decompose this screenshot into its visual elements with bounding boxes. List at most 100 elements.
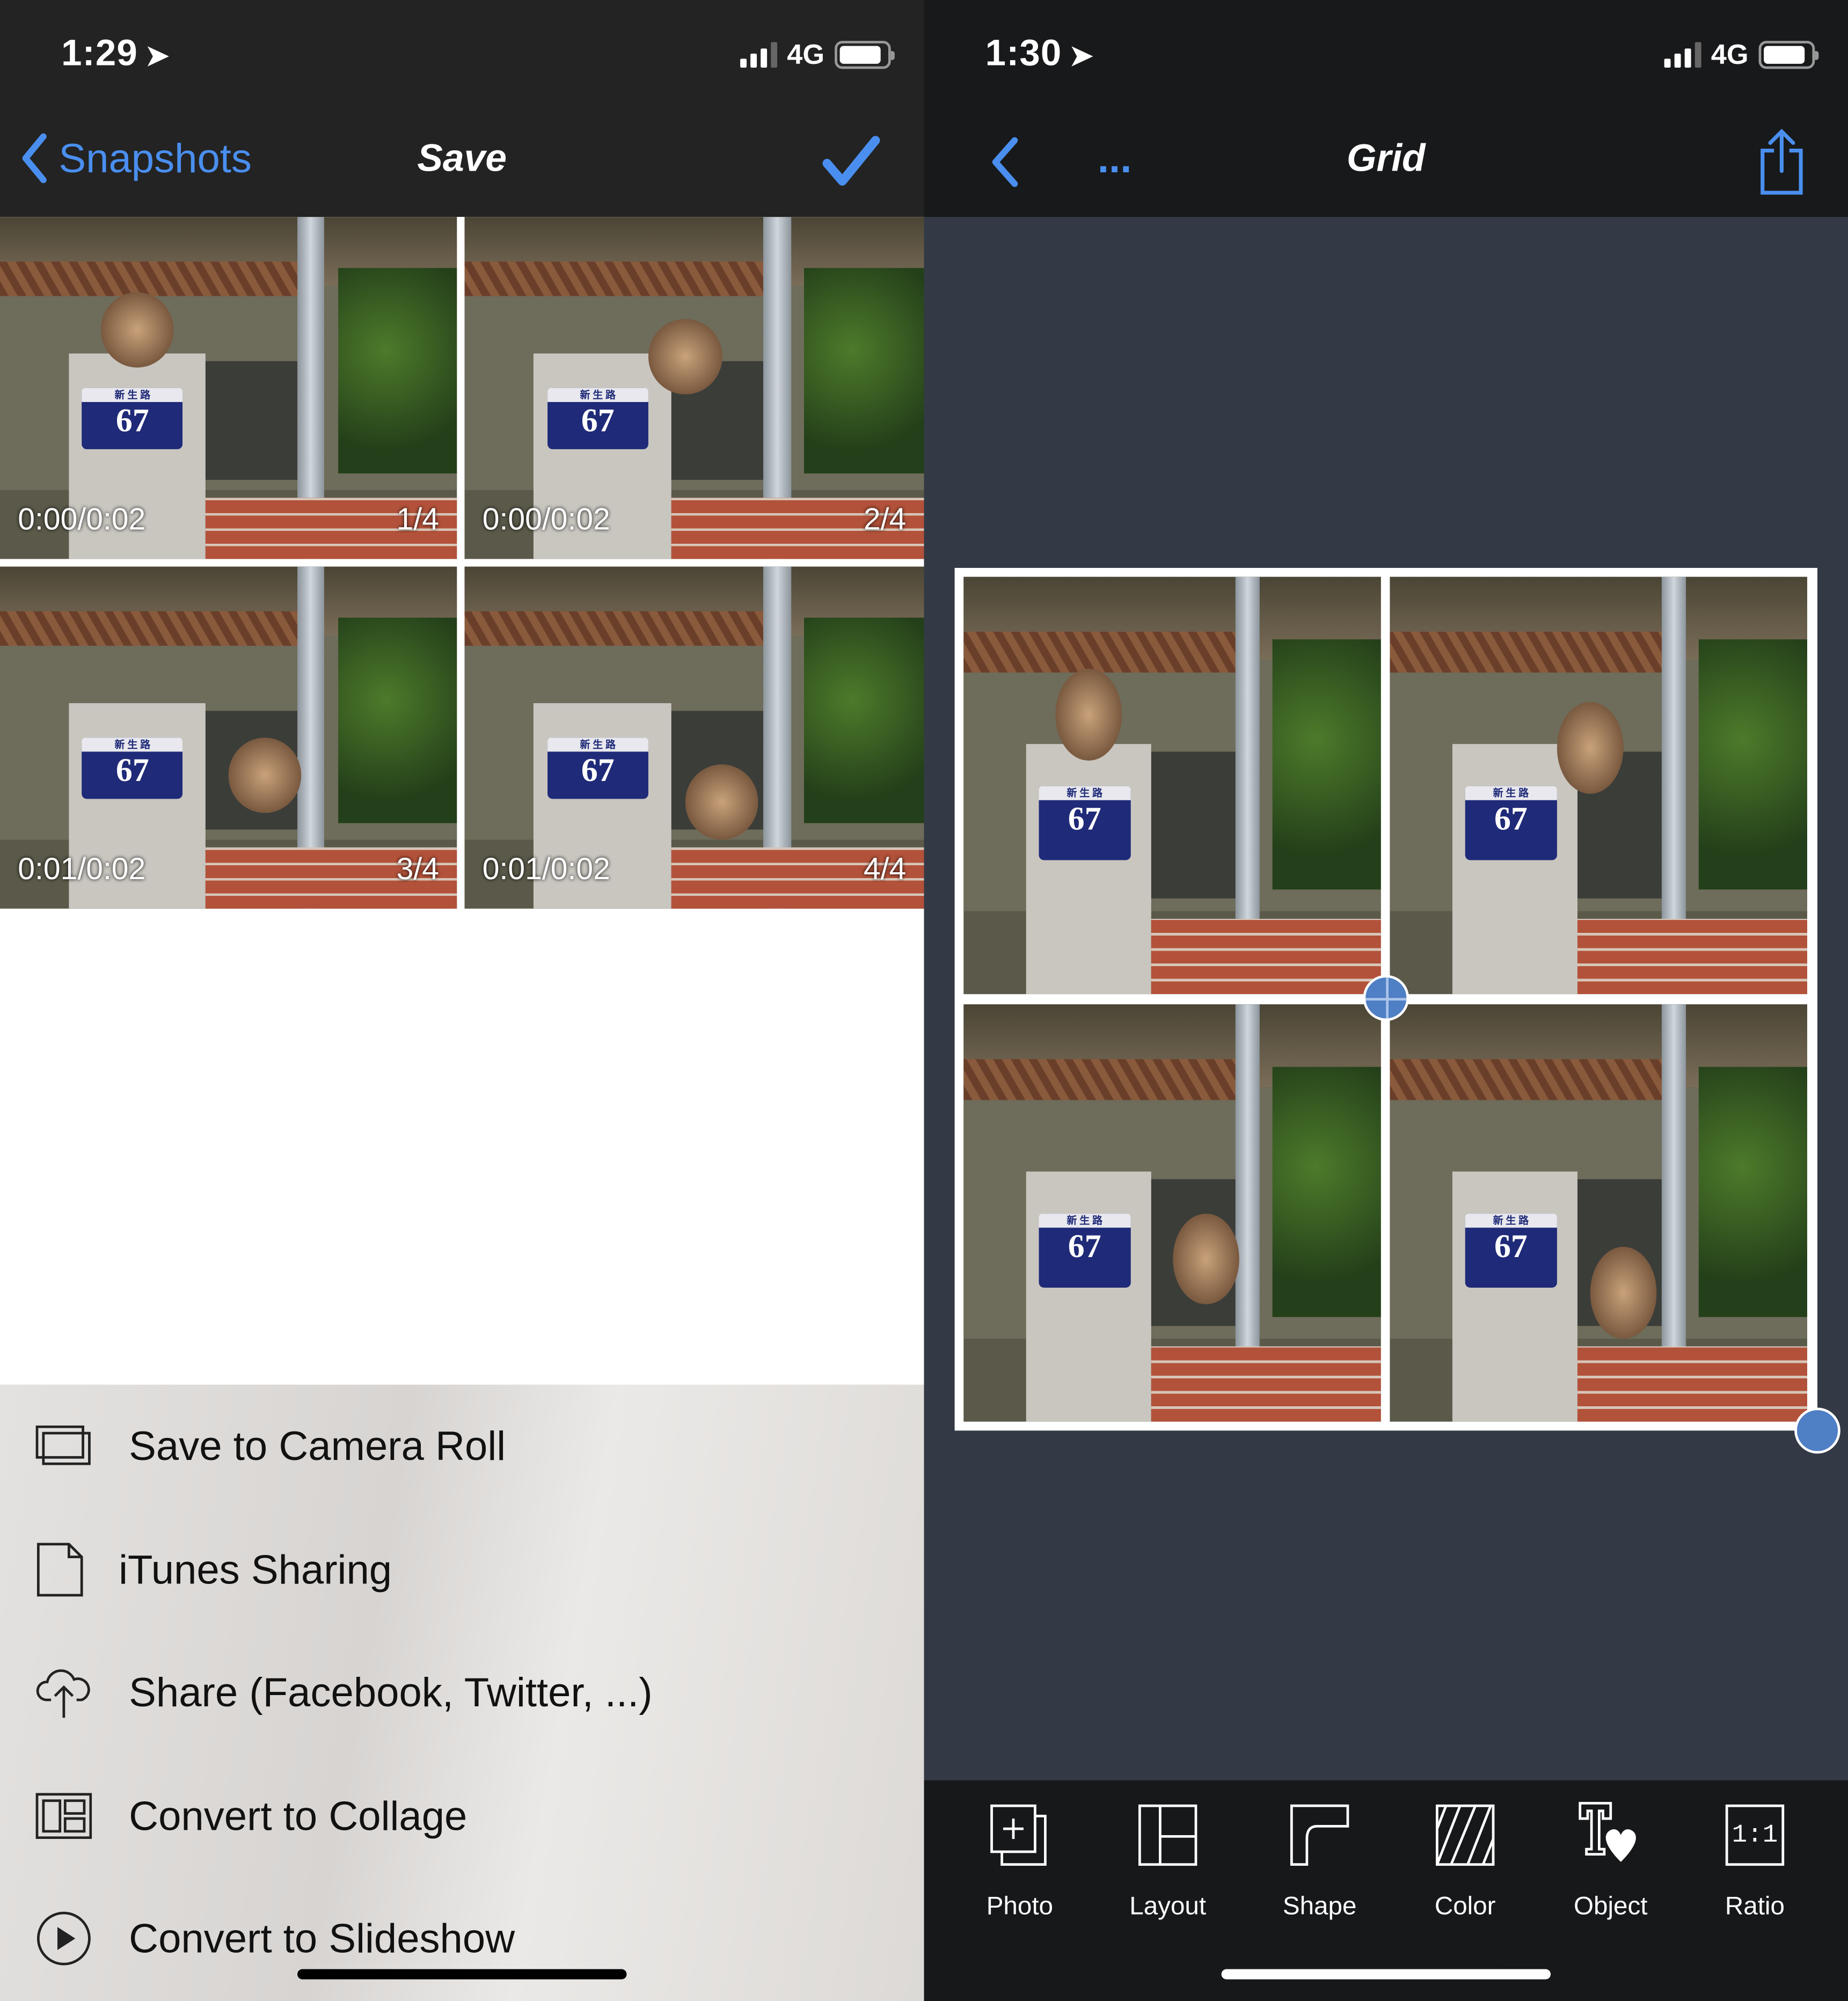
photo-leaves: [804, 268, 924, 474]
photo-leaves: [804, 618, 924, 823]
home-indicator[interactable]: [297, 1969, 627, 1980]
sign-street-name: 新 生 路: [547, 737, 648, 752]
toolbar-object-button[interactable]: Object: [1547, 1798, 1675, 1922]
collage-cell[interactable]: 新 生 路 67: [963, 1004, 1381, 1422]
sign-number: 67: [581, 401, 615, 439]
snapshot-thumbnail[interactable]: 新 生 路 67 0:01/0:02 3/4: [0, 566, 457, 909]
divider-handle[interactable]: [1363, 975, 1409, 1021]
toolbar-label: Photo: [986, 1892, 1053, 1921]
snapshot-timestamp: 0:00/0:02: [18, 502, 146, 537]
photo-beam: [1390, 631, 1682, 673]
sign-street-name: 新 生 路: [1039, 1213, 1131, 1228]
object-icon: [1547, 1798, 1675, 1867]
location-arrow-icon: ➤: [145, 39, 170, 72]
toolbar-label: Ratio: [1725, 1892, 1785, 1921]
cat: [1172, 1213, 1239, 1305]
time-text: 1:30: [985, 33, 1062, 74]
toolbar-label: Shape: [1282, 1892, 1357, 1921]
checkmark-icon[interactable]: [822, 135, 880, 186]
ratio-glyph: 1:1: [1732, 1821, 1778, 1851]
battery-icon: [1758, 41, 1819, 69]
photo-beam: [0, 261, 320, 296]
location-arrow-icon: ➤: [1069, 39, 1094, 72]
snapshot-thumbnail[interactable]: 新 生 路 67 0:00/0:02 2/4: [464, 217, 924, 559]
snapshot-index: 1/4: [396, 502, 439, 537]
sign-street-name: 新 生 路: [1039, 785, 1131, 800]
top-bar: 1:29 ➤ 4G Snapshots Save: [0, 0, 924, 217]
photo-beam: [0, 611, 320, 646]
photo-leaves: [1272, 639, 1381, 890]
share-button[interactable]: Share (Facebook, Twitter, ...): [0, 1631, 924, 1754]
street-sign: 新 生 路 67: [547, 388, 648, 450]
ratio-icon: 1:1: [1691, 1798, 1819, 1867]
photo-brick: [1577, 919, 1807, 995]
cat: [1557, 702, 1624, 794]
toolbar-layout-button[interactable]: Layout: [1104, 1798, 1232, 1922]
status-time: 1:30 ➤: [985, 33, 1094, 75]
sign-street-name: 新 生 路: [547, 388, 648, 402]
sign-number: 67: [1494, 799, 1528, 837]
toolbar-label: Layout: [1129, 1892, 1207, 1921]
photo-brick: [1151, 1346, 1381, 1422]
save-screen: 1:29 ➤ 4G Snapshots Save 新 生 路 67 0:00/0:02…: [0, 0, 924, 2001]
snapshot-thumbnail[interactable]: 新 生 路 67 0:01/0:02 4/4: [464, 566, 924, 909]
convert-to-slideshow-button[interactable]: Convert to Slideshow: [0, 1877, 924, 1999]
toolbar-label: Object: [1574, 1892, 1648, 1921]
street-sign: 新 生 路 67: [547, 737, 648, 799]
signal-icon: [1663, 42, 1701, 68]
convert-to-collage-button[interactable]: Convert to Collage: [0, 1755, 924, 1877]
play-icon: [36, 1911, 91, 1966]
toolbar-label: Color: [1434, 1892, 1496, 1921]
shape-icon: [1256, 1798, 1384, 1867]
layout-icon: [1104, 1798, 1232, 1867]
snapshot-index: 4/4: [863, 852, 907, 887]
sign-number: 67: [581, 751, 615, 789]
action-label: iTunes Sharing: [119, 1546, 392, 1593]
street-sign: 新 生 路 67: [1039, 1213, 1131, 1288]
home-indicator[interactable]: [1221, 1969, 1551, 1980]
street-sign: 新 生 路 67: [1039, 785, 1131, 861]
network-label: 4G: [787, 38, 825, 70]
resize-handle[interactable]: [1794, 1407, 1840, 1454]
snapshot-timestamp: 0:00/0:02: [482, 502, 610, 537]
camera-roll-icon: [35, 1425, 91, 1465]
network-label: 4G: [1711, 38, 1749, 70]
battery-icon: [835, 41, 895, 69]
status-indicators: 4G: [1663, 38, 1819, 71]
cat: [100, 292, 174, 368]
signal-icon: [740, 42, 777, 68]
status-indicators: 4G: [740, 38, 895, 71]
sign-number: 67: [1494, 1227, 1528, 1265]
cat: [1590, 1246, 1657, 1339]
collage-canvas[interactable]: 新 生 路 67 新 生 路 67 新 生 路 67 新 生 路 67: [954, 568, 1840, 1454]
photo-beam: [1390, 1058, 1682, 1100]
action-label: Convert to Collage: [129, 1792, 468, 1838]
collage-cell[interactable]: 新 生 路 67: [1390, 1004, 1807, 1422]
sign-number: 67: [1068, 1227, 1101, 1265]
photo-brick: [1577, 1346, 1807, 1422]
collage-cell[interactable]: 新 生 路 67: [963, 576, 1381, 995]
itunes-sharing-button[interactable]: iTunes Sharing: [0, 1508, 924, 1631]
photo-beam: [963, 631, 1256, 673]
photo-post: [1026, 1171, 1152, 1422]
page-title: Grid: [1346, 137, 1426, 180]
time-text: 1:29: [61, 33, 138, 74]
snapshot-thumbnail[interactable]: 新 生 路 67 0:00/0:02 1/4: [0, 217, 457, 559]
toolbar-color-button[interactable]: Color: [1401, 1798, 1529, 1922]
share-icon[interactable]: [1759, 128, 1805, 196]
sign-number: 67: [115, 751, 149, 789]
save-to-camera-roll-button[interactable]: Save to Camera Roll: [0, 1385, 924, 1507]
street-sign: 新 生 路 67: [1465, 1213, 1557, 1288]
collage-cell[interactable]: 新 生 路 67: [1390, 576, 1807, 995]
photo-leaves: [338, 618, 457, 823]
action-label: Save to Camera Roll: [129, 1422, 506, 1469]
add-photo-icon: [956, 1798, 1084, 1867]
collage-icon: [35, 1793, 92, 1839]
toolbar-ratio-button[interactable]: 1:1 Ratio: [1691, 1798, 1819, 1922]
status-time: 1:29 ➤: [61, 33, 170, 75]
photo-beam: [464, 261, 786, 296]
top-bar: 1:30 ➤ 4G ... Grid: [924, 0, 1848, 217]
color-icon: [1401, 1798, 1529, 1867]
toolbar-shape-button[interactable]: Shape: [1256, 1798, 1384, 1922]
toolbar-photo-button[interactable]: Photo: [956, 1798, 1084, 1922]
